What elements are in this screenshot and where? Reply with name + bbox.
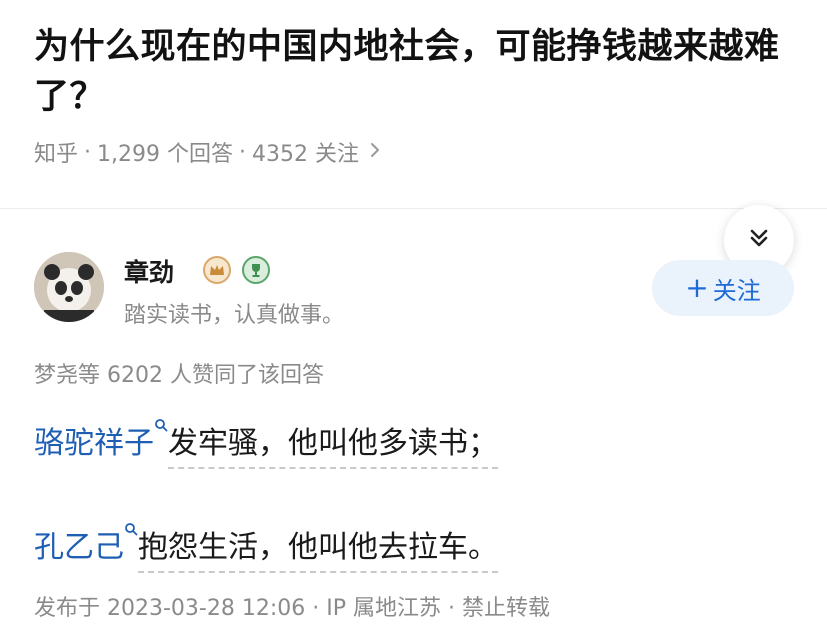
question-meta[interactable]: 知乎 · 1,299 个回答 · 4352 关注 (34, 136, 381, 168)
section-divider (0, 208, 827, 209)
paragraph-text: 发牢骚，他叫他多读书； (168, 426, 498, 469)
avatar[interactable] (34, 252, 104, 322)
author-name[interactable]: 章劲 (124, 253, 174, 289)
search-link-luotuo[interactable]: 骆驼祥子 (34, 426, 154, 461)
follow-button[interactable]: + 关注 (652, 260, 794, 316)
paragraph-text: 抱怨生活，他叫他去拉车。 (138, 530, 498, 573)
answer-footer: 发布于 2023-03-28 12:06 · IP 属地江苏 · 禁止转载 (34, 596, 550, 621)
plus-icon: + (685, 271, 709, 304)
meta-separator: · (239, 139, 246, 165)
author-bio: 踏实读书，认真做事。 (124, 303, 345, 328)
follow-count: 4352 关注 (252, 142, 359, 167)
likes-summary[interactable]: 梦尧等 6202 人赞同了该回答 (34, 357, 324, 389)
double-chevron-down-icon (746, 225, 772, 255)
crown-badge-icon (203, 256, 231, 284)
search-icon[interactable] (124, 520, 138, 541)
search-link-kongyiji[interactable]: 孔乙己 (34, 530, 124, 565)
chevron-right-icon (369, 140, 381, 165)
answer-paragraph: 孔乙己 抱怨生活，他叫他去拉车。 (34, 520, 498, 573)
meta-separator: · (84, 139, 92, 165)
follow-label: 关注 (712, 276, 761, 305)
answer-paragraph: 骆驼祥子 发牢骚，他叫他多读书； (34, 416, 498, 469)
trophy-badge-icon (242, 256, 270, 284)
source-label: 知乎 (34, 142, 79, 167)
search-icon[interactable] (154, 416, 168, 437)
answer-count: 1,299 个回答 (97, 142, 233, 167)
question-title[interactable]: 为什么现在的中国内地社会，可能挣钱越来越难了？ (34, 22, 804, 122)
